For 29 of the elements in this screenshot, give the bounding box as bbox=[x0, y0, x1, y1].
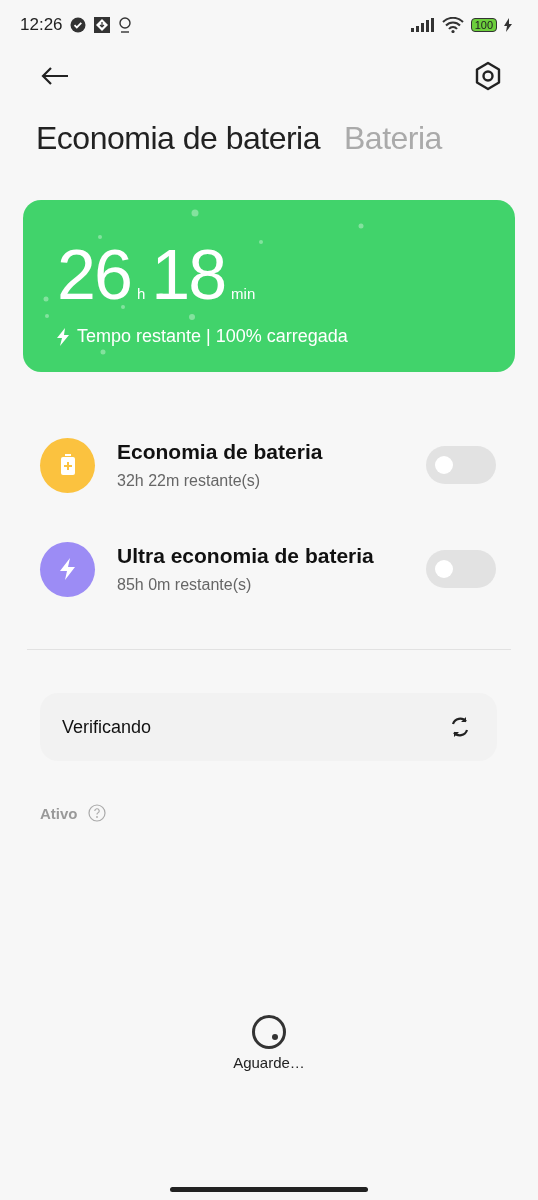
toggle-switch[interactable] bbox=[426, 550, 496, 588]
signal-icon bbox=[410, 18, 435, 32]
loading-label: Aguarde… bbox=[233, 1054, 305, 1071]
minutes-value: 18 bbox=[151, 240, 226, 310]
section-label: Ativo bbox=[40, 804, 78, 822]
bulb-icon bbox=[117, 16, 132, 34]
spinner-icon bbox=[251, 1014, 287, 1050]
wifi-icon bbox=[441, 17, 464, 33]
remaining-caption: Tempo restante | 100% carregada bbox=[77, 326, 348, 347]
tab[interactable]: Economia de bateria bbox=[36, 120, 320, 170]
toggle-switch[interactable] bbox=[426, 446, 496, 484]
mode-subtitle: 85h 0m restante(s) bbox=[117, 576, 253, 594]
back-icon[interactable] bbox=[40, 66, 70, 86]
home-indicator[interactable] bbox=[170, 1187, 368, 1192]
refresh-icon bbox=[449, 716, 471, 738]
hours-unit: h bbox=[136, 285, 146, 302]
hours-value: 26 bbox=[57, 240, 131, 310]
mode-title: Ultra economia de bateria bbox=[117, 544, 375, 568]
check-circle-icon bbox=[69, 17, 86, 33]
battery-indicator: 100 bbox=[470, 18, 497, 32]
clock-time: 12:26 bbox=[20, 15, 63, 35]
diamond-icon bbox=[92, 16, 111, 34]
minutes-unit: min bbox=[231, 285, 256, 302]
mode-title: Economia de bateria bbox=[117, 440, 324, 464]
scan-row[interactable]: Verificando bbox=[40, 693, 497, 761]
settings-icon[interactable] bbox=[474, 61, 502, 91]
mode-subtitle: 32h 22m restante(s) bbox=[117, 472, 262, 490]
help-icon bbox=[87, 804, 106, 822]
bolt-icon bbox=[57, 327, 69, 346]
